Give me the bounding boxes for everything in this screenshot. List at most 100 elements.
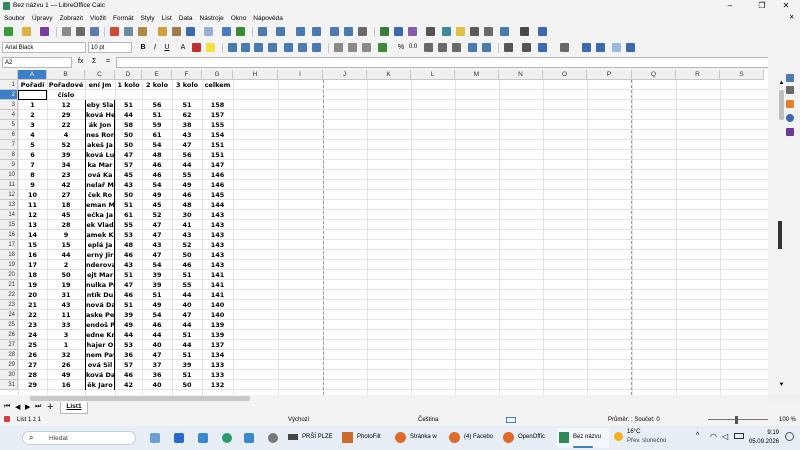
page-style[interactable]: Výchozí: [288, 417, 309, 423]
cut-icon[interactable]: [110, 27, 119, 36]
cell[interactable]: 19: [47, 280, 85, 290]
cell[interactable]: 20: [18, 290, 47, 300]
close-document-icon[interactable]: ✕: [786, 13, 797, 21]
row-header[interactable]: 22: [0, 290, 18, 300]
cell[interactable]: 55: [172, 280, 202, 290]
cell[interactable]: 49: [47, 370, 85, 380]
column-header-a[interactable]: A: [18, 70, 47, 80]
cell[interactable]: 45: [47, 210, 85, 220]
sort-icon[interactable]: [312, 27, 321, 36]
cell[interactable]: 147: [202, 160, 233, 170]
language-status[interactable]: Čeština: [418, 417, 438, 423]
cell[interactable]: ení Jm: [85, 80, 115, 90]
date-format-icon[interactable]: [424, 43, 433, 52]
cell[interactable]: 8: [18, 170, 47, 180]
cell[interactable]: 10: [18, 190, 47, 200]
cell[interactable]: 41: [172, 220, 202, 230]
column-header-d[interactable]: D: [115, 70, 142, 80]
cell[interactable]: 12: [18, 210, 47, 220]
row-header[interactable]: 9: [0, 160, 18, 170]
delete-row-icon[interactable]: [296, 27, 305, 36]
row-header[interactable]: 28: [0, 350, 18, 360]
name-box[interactable]: A2: [2, 57, 72, 68]
merge-cells-icon[interactable]: [362, 43, 371, 52]
cell[interactable]: 144: [202, 200, 233, 210]
cell[interactable]: aske Pe: [85, 310, 115, 320]
insert-image-icon[interactable]: [380, 27, 389, 36]
print-icon[interactable]: [76, 27, 85, 36]
print-preview-icon[interactable]: [90, 27, 99, 36]
wifi-icon[interactable]: ◠: [710, 432, 717, 441]
edge-icon[interactable]: [222, 433, 232, 443]
cell[interactable]: 151: [202, 150, 233, 160]
menu-okno[interactable]: Okno: [228, 15, 250, 22]
cell[interactable]: 21: [18, 300, 47, 310]
cell[interactable]: 49: [115, 320, 142, 330]
cell[interactable]: 133: [202, 370, 233, 380]
navigator-icon[interactable]: [786, 114, 794, 122]
row-header[interactable]: 8: [0, 150, 18, 160]
cell[interactable]: 28: [47, 220, 85, 230]
cell[interactable]: 49: [172, 180, 202, 190]
cell[interactable]: 3: [47, 330, 85, 340]
special-character-icon[interactable]: [426, 27, 435, 36]
cell[interactable]: celkem: [202, 80, 233, 90]
insert-column-icon[interactable]: [276, 27, 285, 36]
cell[interactable]: 24: [18, 330, 47, 340]
previous-sheet-icon[interactable]: ◀: [15, 403, 20, 411]
weather-desc[interactable]: Přev. slunečno: [627, 438, 666, 444]
cell[interactable]: 30: [172, 210, 202, 220]
cell[interactable]: 32: [47, 350, 85, 360]
formula-input[interactable]: [116, 57, 778, 68]
taskbar-app-firefox-2[interactable]: (4) Facebo: [449, 430, 501, 446]
properties-icon[interactable]: [786, 86, 794, 94]
redo-icon[interactable]: [204, 27, 213, 36]
styles-icon[interactable]: [786, 100, 794, 108]
cell[interactable]: 132: [202, 380, 233, 390]
cell[interactable]: 16: [47, 380, 85, 390]
row-header[interactable]: 18: [0, 250, 18, 260]
menu-data[interactable]: Data: [176, 15, 196, 22]
open-folder-icon[interactable]: [22, 27, 31, 36]
wrap-text-icon[interactable]: [334, 43, 343, 52]
cell[interactable]: 52: [172, 240, 202, 250]
cell[interactable]: 55: [115, 220, 142, 230]
cell[interactable]: ěk Jaro: [85, 380, 115, 390]
cell[interactable]: nes Ror: [85, 130, 115, 140]
cell[interactable]: 47: [172, 140, 202, 150]
menu-format[interactable]: Formát: [110, 15, 137, 22]
cell[interactable]: 51: [172, 100, 202, 110]
select-all-corner[interactable]: [0, 70, 18, 80]
cell[interactable]: 46: [142, 320, 172, 330]
row-header[interactable]: 23: [0, 300, 18, 310]
weather-sun-icon[interactable]: [614, 432, 623, 441]
cell[interactable]: hajer O: [85, 340, 115, 350]
cell[interactable]: ová Ka: [85, 170, 115, 180]
cell[interactable]: 51: [115, 270, 142, 280]
row-header[interactable]: 21: [0, 280, 18, 290]
cell[interactable]: 44: [172, 320, 202, 330]
cell[interactable]: 51: [172, 270, 202, 280]
cell[interactable]: 43: [172, 130, 202, 140]
cell[interactable]: 11: [47, 310, 85, 320]
cell[interactable]: 57: [115, 160, 142, 170]
cell[interactable]: 27: [18, 360, 47, 370]
center-vertically-icon[interactable]: [298, 43, 307, 52]
cell[interactable]: 23: [18, 320, 47, 330]
cell[interactable]: [172, 90, 202, 100]
cell[interactable]: 37: [142, 360, 172, 370]
cell[interactable]: 17: [18, 260, 47, 270]
cell[interactable]: ntík Du: [85, 290, 115, 300]
selection-mode-icon[interactable]: [506, 417, 516, 423]
row-header[interactable]: 31: [0, 380, 18, 390]
cell[interactable]: 47: [115, 280, 142, 290]
currency-format-icon[interactable]: [378, 43, 387, 52]
cell[interactable]: 46: [172, 260, 202, 270]
cell[interactable]: 1 kolo: [115, 80, 142, 90]
zoom-level[interactable]: 100 %: [779, 417, 796, 423]
cell[interactable]: 137: [202, 340, 233, 350]
undo-icon[interactable]: [186, 27, 195, 36]
cell[interactable]: 4: [47, 130, 85, 140]
weather-temp[interactable]: 16°C: [627, 429, 640, 435]
row-header[interactable]: 3: [0, 100, 18, 110]
